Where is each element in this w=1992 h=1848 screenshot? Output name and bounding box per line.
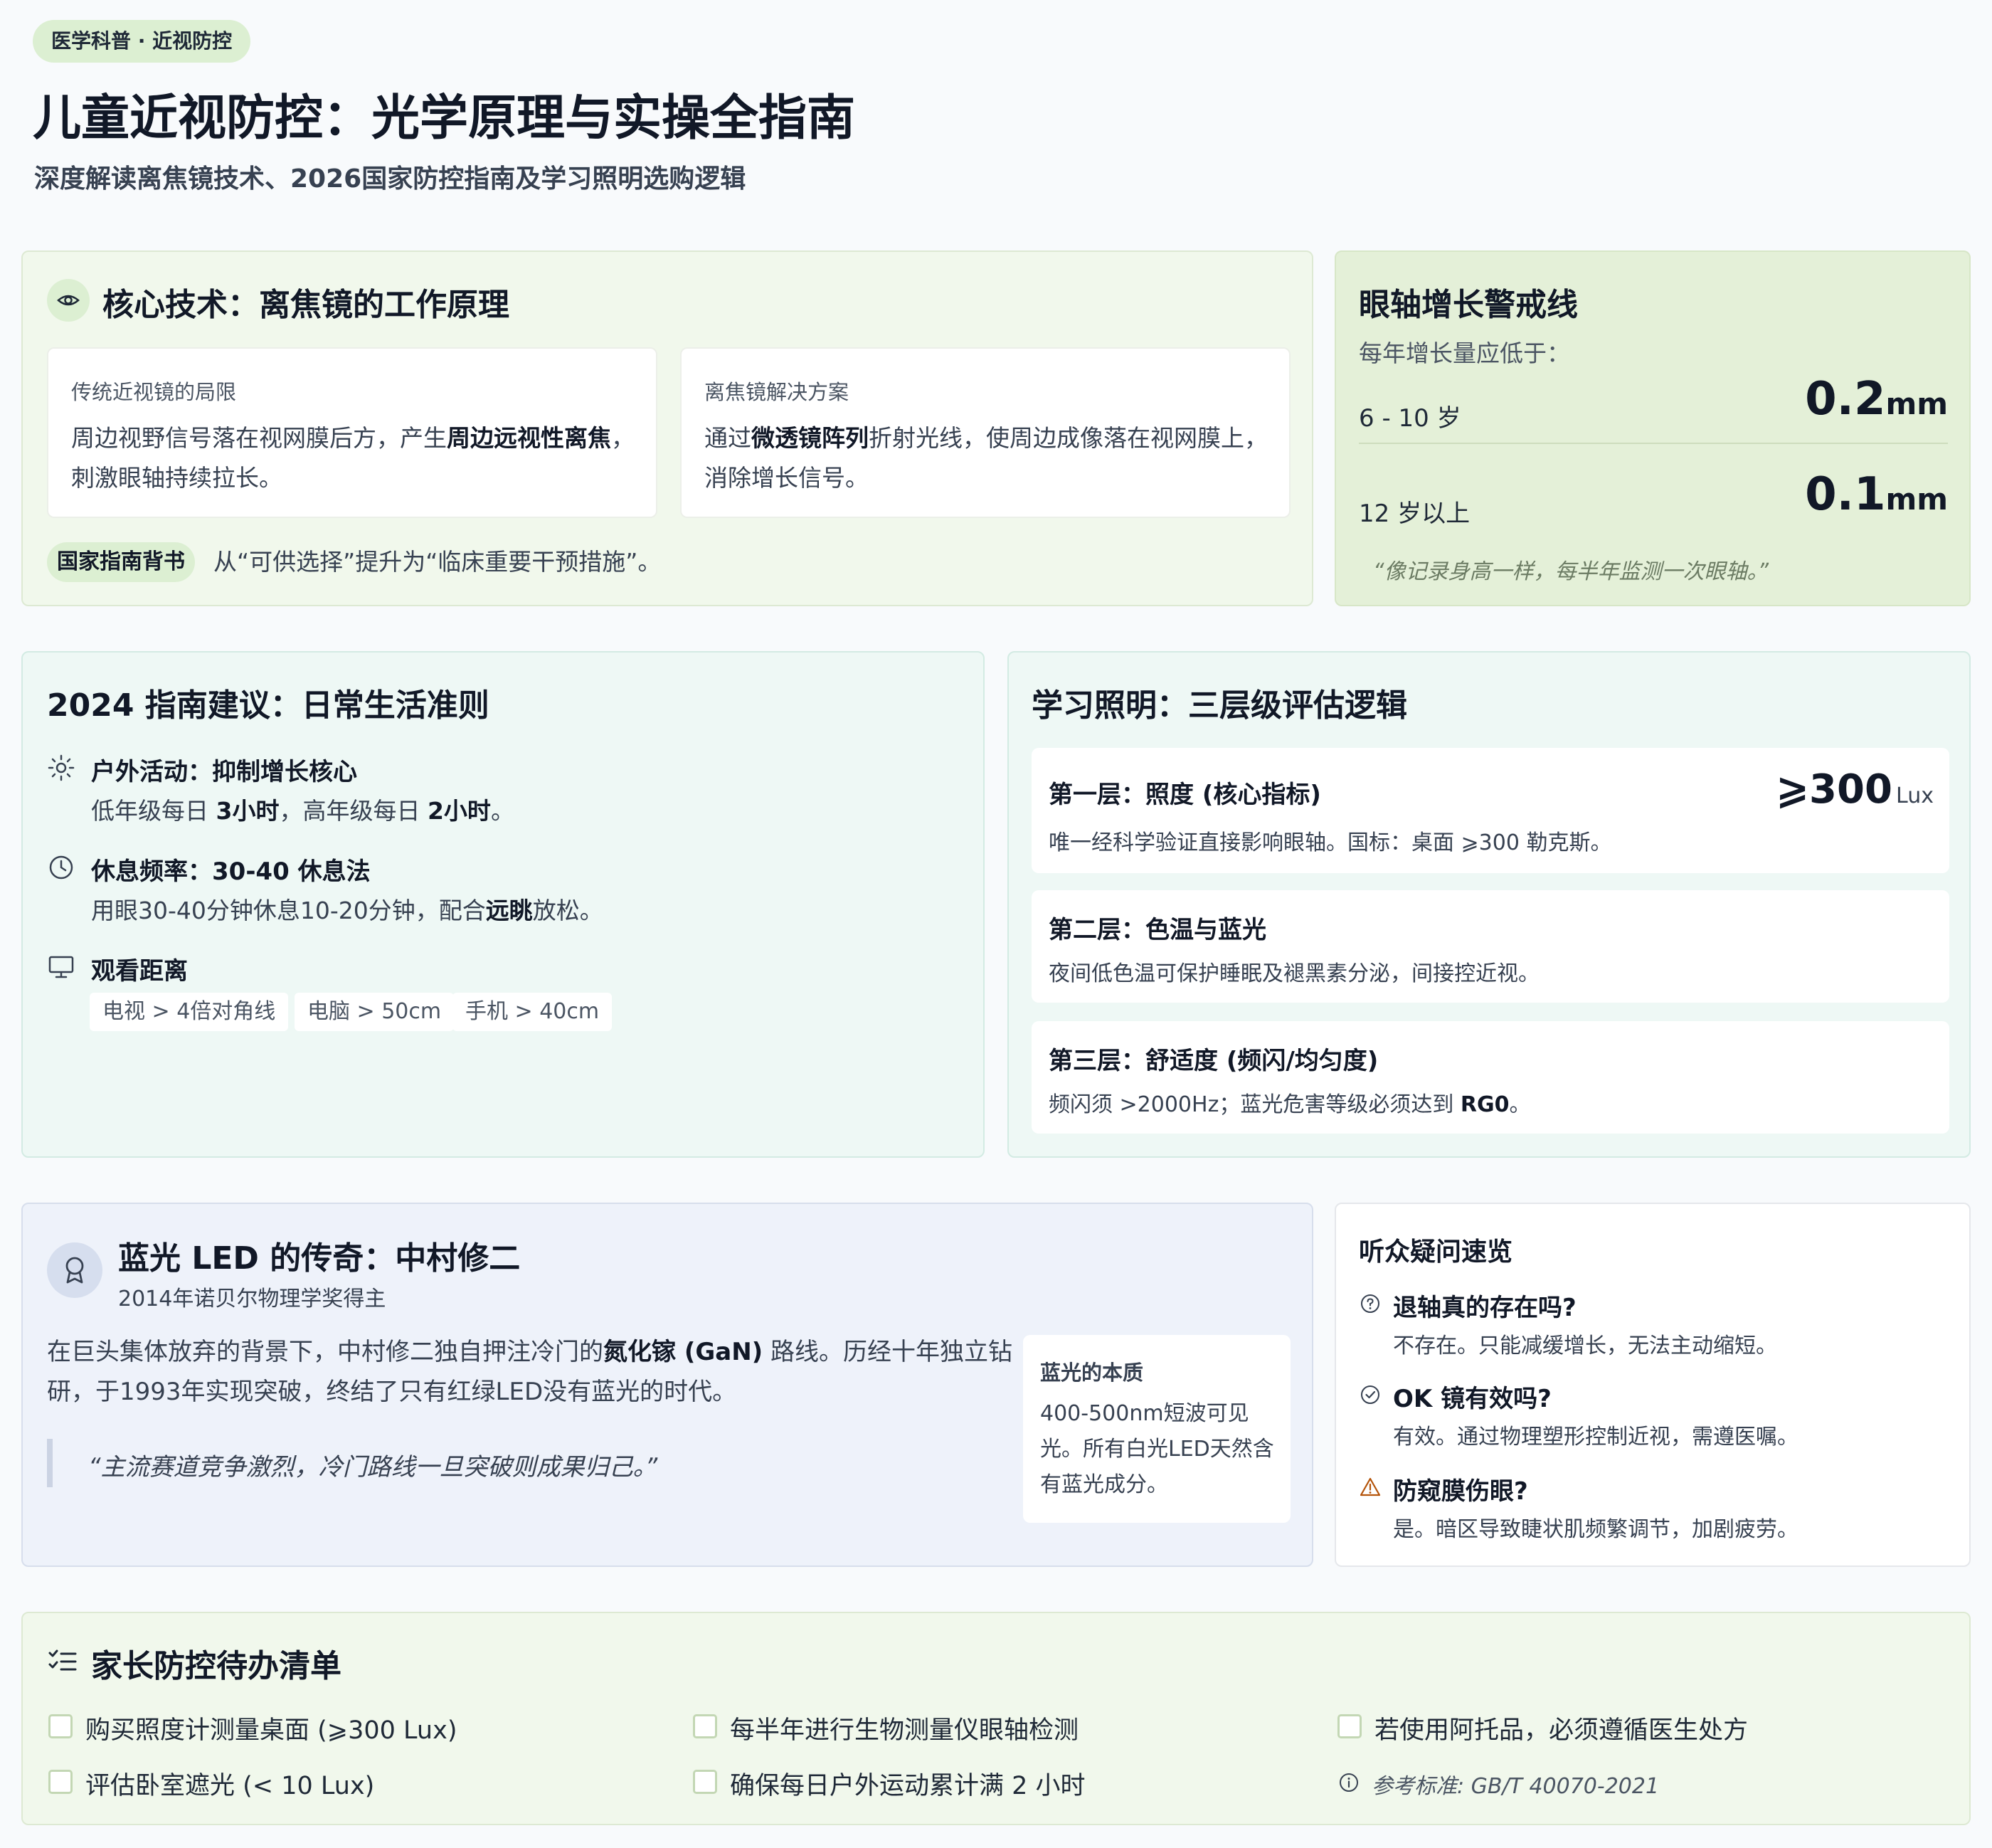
- blue-light-box: 蓝光的本质 400-500nm短波可见光。所有白光LED天然含有蓝光成分。: [1023, 1335, 1291, 1523]
- faq-question-1: 退轴真的存在吗?: [1393, 1294, 1577, 1322]
- todo-title: 家长防控待办清单: [91, 1648, 341, 1684]
- question-icon: [1359, 1292, 1382, 1315]
- category-tag: 医学科普 · 近视防控: [33, 20, 251, 63]
- outdoor-text: 低年级每日 3小时，高年级每日 2小时。: [91, 797, 514, 825]
- led-paragraph: 在巨头集体放弃的背景下，中村修二独自押注冷门的氮化镓 (GaN) 路线。历经十年…: [47, 1338, 1013, 1406]
- defocus-solution-box: 离焦镜解决方案 通过微透镜阵列折射光线，使周边成像落在视网膜上，消除增长信号。: [680, 347, 1291, 518]
- distance-chip-computer: 电脑 > 50cm: [295, 993, 455, 1031]
- defocus-card: 核心技术：离焦镜的工作原理 传统近视镜的局限 周边视野信号落在视网膜后方，产生周…: [21, 250, 1313, 606]
- axial-title: 眼轴增长警戒线: [1359, 287, 1578, 323]
- faq-card: 听众疑问速览 退轴真的存在吗? 不存在。只能减缓增长，无法主动缩短。 OK 镜有…: [1335, 1203, 1971, 1567]
- axial-warning-card: 眼轴增长警戒线 每年增长量应低于： 6 - 10 岁 0.2mm 12 岁以上 …: [1335, 250, 1971, 606]
- axial-quote: “像记录身高一样，每半年监测一次眼轴。”: [1373, 559, 1769, 584]
- age-group-6-10: 6 - 10 岁: [1359, 404, 1461, 433]
- distance-chip-tv: 电视 > 4倍对角线: [90, 993, 289, 1031]
- solution-text: 通过微透镜阵列折射光线，使周边成像落在视网膜上，消除增长信号。: [704, 424, 1268, 492]
- guide-title: 2024 指南建议：日常生活准则: [47, 687, 489, 724]
- distance-chip-phone: 手机 > 40cm: [452, 993, 613, 1031]
- traditional-text: 周边视野信号落在视网膜后方，产生周边远视性离焦，刺激眼轴持续拉长。: [71, 424, 635, 492]
- lighting-title: 学习照明：三层级评估逻辑: [1032, 687, 1407, 724]
- distance-title: 观看距离: [91, 957, 188, 986]
- blue-light-text: 400-500nm短波可见光。所有白光LED天然含有蓝光成分。: [1040, 1401, 1274, 1497]
- layer-2-title: 第二层：色温与蓝光: [1049, 916, 1266, 944]
- todo-checkbox-1[interactable]: [48, 1714, 73, 1738]
- led-subtitle: 2014年诺贝尔物理学奖得主: [118, 1287, 386, 1311]
- page-title: 儿童近视防控：光学原理与实操全指南: [33, 90, 856, 147]
- layer-1-title: 第一层：照度 (核心指标): [1049, 781, 1321, 809]
- warning-icon: [1359, 1476, 1382, 1499]
- award-icon: [47, 1242, 102, 1298]
- monitor-icon: [47, 953, 75, 981]
- clock-icon: [47, 853, 75, 882]
- checklist-icon: [47, 1646, 78, 1677]
- traditional-lens-box: 传统近视镜的局限 周边视野信号落在视网膜后方，产生周边远视性离焦，刺激眼轴持续拉…: [47, 347, 657, 518]
- todo-checkbox-2[interactable]: [693, 1714, 717, 1738]
- guideline-text: 从“可供选择”提升为“临床重要干预措施”。: [213, 548, 662, 576]
- layer-1-desc: 唯一经科学验证直接影响眼轴。国标：桌面 ⩾300 勒克斯。: [1049, 830, 1612, 855]
- led-quote: “主流赛道竞争激烈，冷门路线一旦突破则成果归己。”: [88, 1453, 658, 1482]
- todo-label-2: 每半年进行生物测量仪眼轴检测: [730, 1716, 1079, 1745]
- axial-value-6-10: 0.2mm: [1805, 373, 1948, 426]
- lighting-layer-1: 第一层：照度 (核心指标) 唯一经科学验证直接影响眼轴。国标：桌面 ⩾300 勒…: [1032, 748, 1949, 873]
- check-circle-icon: [1359, 1383, 1382, 1406]
- axial-subtitle: 每年增长量应低于：: [1359, 339, 1570, 367]
- todo-label-4: 评估卧室遮光 (< 10 Lux): [85, 1772, 375, 1800]
- layer-2-desc: 夜间低色温可保护睡眠及褪黑素分泌，间接控近视。: [1049, 961, 1540, 986]
- todo-label-3: 若使用阿托品，必须遵循医生处方: [1374, 1716, 1749, 1745]
- layer-3-title: 第三层：舒适度 (频闪/均匀度): [1049, 1047, 1379, 1075]
- faq-question-3: 防窥膜伤眼?: [1393, 1477, 1528, 1506]
- outdoor-title: 户外活动：抑制增长核心: [91, 758, 357, 786]
- faq-title: 听众疑问速览: [1359, 1237, 1513, 1267]
- blue-light-title: 蓝光的本质: [1040, 1361, 1144, 1385]
- led-title: 蓝光 LED 的传奇：中村修二: [118, 1240, 521, 1277]
- info-icon: [1337, 1771, 1360, 1794]
- todo-card: 家长防控待办清单 购买照度计测量桌面 (⩾300 Lux) 每半年进行生物测量仪…: [21, 1612, 1971, 1825]
- traditional-label: 传统近视镜的局限: [71, 380, 237, 404]
- layer-1-value: ⩾300 Lux: [1776, 766, 1934, 813]
- daily-guide-card: 2024 指南建议：日常生活准则 户外活动：抑制增长核心 低年级每日 3小时，高…: [21, 651, 985, 1158]
- reference-standard: 参考标准: GB/T 40070-2021: [1372, 1774, 1660, 1799]
- faq-answer-2: 有效。通过物理塑形控制近视，需遵医嘱。: [1393, 1425, 1798, 1450]
- layer-3-desc: 频闪须 >2000Hz；蓝光危害等级必须达到 RG0。: [1049, 1092, 1531, 1117]
- sun-icon: [47, 754, 75, 782]
- lighting-layer-2: 第二层：色温与蓝光 夜间低色温可保护睡眠及褪黑素分泌，间接控近视。: [1032, 890, 1949, 1003]
- todo-checkbox-3[interactable]: [1337, 1714, 1362, 1738]
- axial-value-12-plus: 0.1mm: [1805, 468, 1948, 521]
- blue-led-card: 蓝光 LED 的传奇：中村修二 2014年诺贝尔物理学奖得主 在巨头集体放弃的背…: [21, 1203, 1313, 1567]
- todo-checkbox-4[interactable]: [48, 1770, 73, 1794]
- todo-label-1: 购买照度计测量桌面 (⩾300 Lux): [85, 1716, 457, 1745]
- rest-text: 用眼30-40分钟休息10-20分钟，配合远眺放松。: [91, 897, 603, 924]
- age-group-12-plus: 12 岁以上: [1359, 500, 1471, 528]
- faq-question-2: OK 镜有效吗?: [1393, 1385, 1552, 1413]
- lighting-layer-3: 第三层：舒适度 (频闪/均匀度) 频闪须 >2000Hz；蓝光危害等级必须达到 …: [1032, 1021, 1949, 1134]
- todo-checkbox-5[interactable]: [693, 1770, 717, 1794]
- axial-divider: [1359, 443, 1948, 444]
- todo-label-5: 确保每日户外运动累计满 2 小时: [730, 1772, 1086, 1800]
- defocus-title: 核心技术：离焦镜的工作原理: [102, 287, 509, 323]
- eye-icon: [47, 279, 90, 322]
- faq-answer-3: 是。暗区导致睫状肌频繁调节，加剧疲劳。: [1393, 1517, 1798, 1542]
- lighting-card: 学习照明：三层级评估逻辑 第一层：照度 (核心指标) 唯一经科学验证直接影响眼轴…: [1007, 651, 1971, 1158]
- guideline-badge: 国家指南背书: [47, 542, 195, 582]
- solution-label: 离焦镜解决方案: [704, 380, 849, 404]
- faq-answer-1: 不存在。只能减缓增长，无法主动缩短。: [1393, 1334, 1777, 1358]
- rest-title: 休息频率：30-40 休息法: [91, 857, 371, 886]
- page-subtitle: 深度解读离焦镜技术、2026国家防控指南及学习照明选购逻辑: [34, 164, 746, 194]
- quote-bar: [47, 1439, 53, 1487]
